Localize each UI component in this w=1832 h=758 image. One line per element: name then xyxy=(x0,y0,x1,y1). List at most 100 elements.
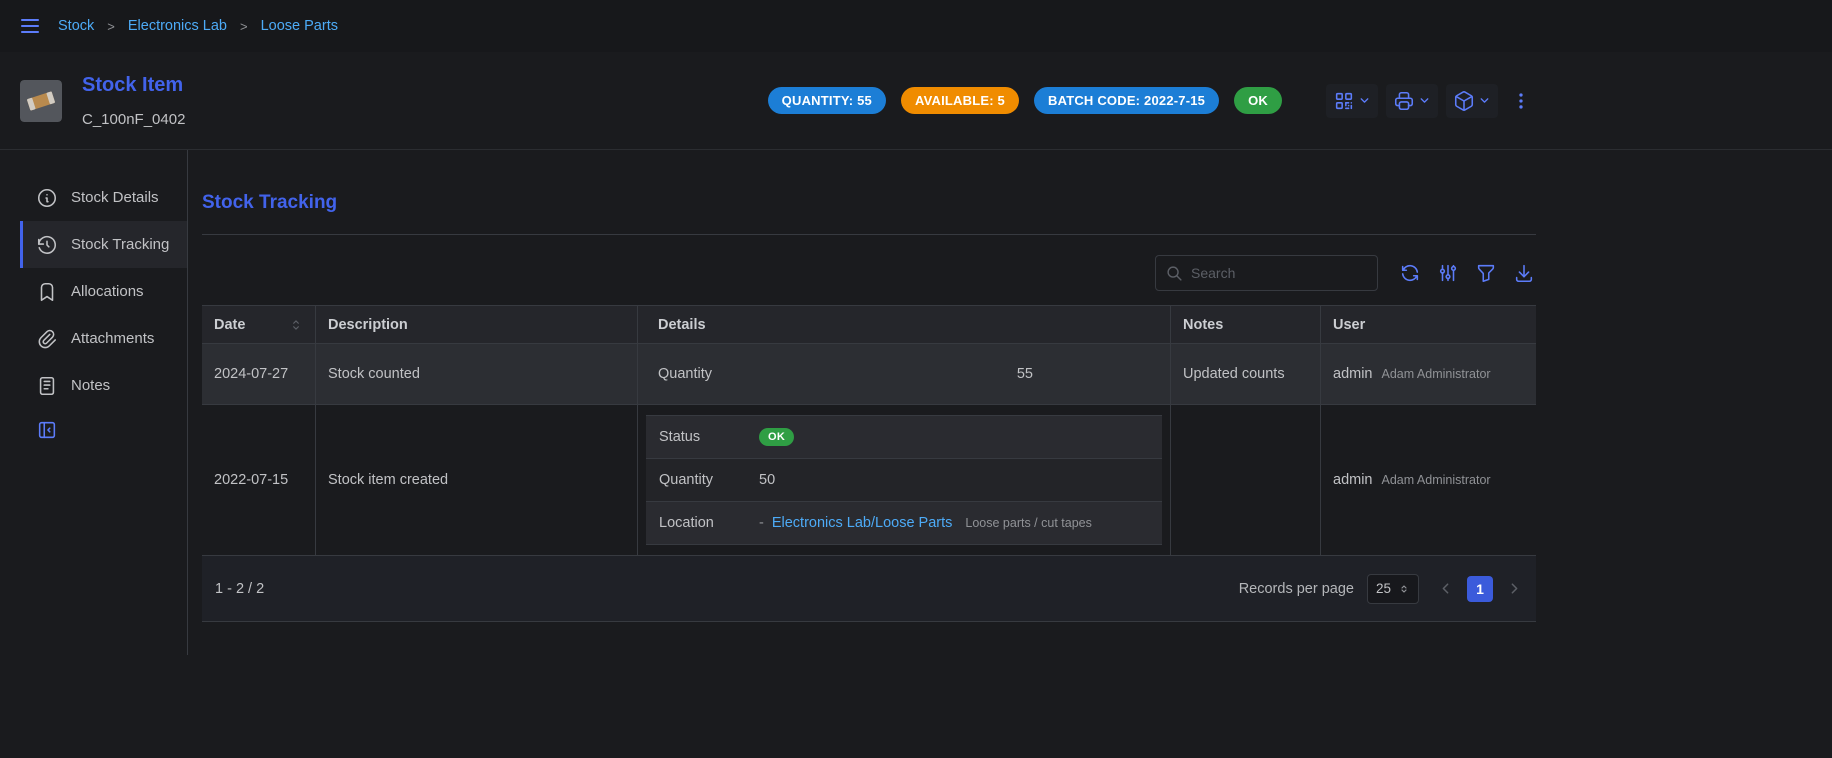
location-link[interactable]: Electronics Lab/Loose Parts xyxy=(772,515,953,531)
menu-icon[interactable] xyxy=(18,14,42,38)
detail-row-quantity: Quantity 50 xyxy=(646,459,1162,502)
content-layout: Stock Details Stock Tracking Allocations… xyxy=(0,150,1556,655)
panel-heading: Stock Tracking xyxy=(202,192,1536,214)
search-icon xyxy=(1166,265,1183,282)
details-subtable: Status OK Quantity 50 Location xyxy=(646,415,1162,545)
filter-icon[interactable] xyxy=(1474,261,1498,285)
column-header-date[interactable]: Date xyxy=(202,306,315,343)
stock-item-thumbnail[interactable] xyxy=(20,80,62,122)
username: admin xyxy=(1333,472,1373,488)
pagination: 1 xyxy=(1437,576,1523,602)
sidebar-item-label: Notes xyxy=(71,377,110,394)
ok-status-badge: OK xyxy=(1234,87,1282,114)
column-label: Details xyxy=(658,317,706,333)
stock-operations-button[interactable] xyxy=(1446,84,1498,118)
bookmark-icon xyxy=(36,281,58,303)
detail-row-status: Status OK xyxy=(646,416,1162,459)
stock-tracking-table: Date Description Details Notes User xyxy=(202,305,1536,556)
download-icon[interactable] xyxy=(1512,261,1536,285)
info-circle-icon xyxy=(36,187,58,209)
cube-icon xyxy=(1453,90,1475,112)
search-input[interactable] xyxy=(1191,265,1367,281)
chevron-left-icon xyxy=(1437,580,1454,597)
date-cell: 2024-07-27 xyxy=(202,344,315,404)
more-options-button[interactable] xyxy=(1506,84,1536,118)
print-actions-button[interactable] xyxy=(1386,84,1438,118)
breadcrumb-loose-parts[interactable]: Loose Parts xyxy=(261,18,338,34)
printer-icon xyxy=(1393,90,1415,112)
table-row: 2024-07-27 Stock counted Quantity 55 Upd… xyxy=(202,344,1536,405)
sidebar: Stock Details Stock Tracking Allocations… xyxy=(0,150,188,655)
column-label: Description xyxy=(328,317,408,333)
username: admin xyxy=(1333,366,1373,382)
records-per-page-label: Records per page xyxy=(1239,581,1354,597)
column-label: Notes xyxy=(1183,317,1223,333)
search-box xyxy=(1155,255,1378,291)
notes-cell: Updated counts xyxy=(1170,344,1320,404)
column-label: Date xyxy=(214,317,245,333)
sidebar-item-stock-tracking[interactable]: Stock Tracking xyxy=(20,221,187,268)
chevron-down-icon xyxy=(1418,94,1431,107)
record-range: 1 - 2 / 2 xyxy=(215,581,264,597)
selector-icon xyxy=(1398,583,1410,595)
detail-value: 50 xyxy=(759,472,775,488)
chevron-down-icon xyxy=(1478,94,1491,107)
breadcrumb-stock[interactable]: Stock xyxy=(58,18,94,34)
date-cell: 2022-07-15 xyxy=(202,405,315,555)
detail-value: 55 xyxy=(1017,366,1033,382)
stock-tracking-panel: Stock Tracking xyxy=(188,150,1556,655)
sidebar-item-allocations[interactable]: Allocations xyxy=(20,268,187,315)
adjustments-icon[interactable] xyxy=(1436,261,1460,285)
table-footer: 1 - 2 / 2 Records per page 25 1 xyxy=(202,556,1536,622)
sidebar-item-label: Allocations xyxy=(71,283,144,300)
page-1-button[interactable]: 1 xyxy=(1467,576,1493,602)
ok-status-badge: OK xyxy=(759,428,794,446)
status-badges: QUANTITY: 55 AVAILABLE: 5 BATCH CODE: 20… xyxy=(768,87,1282,114)
location-description: Loose parts / cut tapes xyxy=(965,516,1091,530)
previous-page-button[interactable] xyxy=(1437,580,1454,597)
available-badge: AVAILABLE: 5 xyxy=(901,87,1019,114)
sidebar-item-stock-details[interactable]: Stock Details xyxy=(20,174,187,221)
note-icon xyxy=(36,375,58,397)
paperclip-icon xyxy=(36,328,58,350)
next-page-button[interactable] xyxy=(1506,580,1523,597)
breadcrumb-separator: > xyxy=(240,19,248,34)
refresh-icon[interactable] xyxy=(1398,261,1422,285)
panel-divider xyxy=(202,234,1536,235)
sidebar-item-notes[interactable]: Notes xyxy=(20,362,187,409)
stock-item-name: C_100nF_0402 xyxy=(82,111,185,128)
sidebar-collapse-icon[interactable] xyxy=(36,419,58,441)
qrcode-icon xyxy=(1333,90,1355,112)
description-cell: Stock item created xyxy=(315,405,637,555)
header-actions xyxy=(1326,84,1536,118)
quantity-badge: QUANTITY: 55 xyxy=(768,87,886,114)
detail-key: Location xyxy=(659,515,759,531)
breadcrumb-electronics-lab[interactable]: Electronics Lab xyxy=(128,18,227,34)
breadcrumb-separator: > xyxy=(107,19,115,34)
sidebar-item-attachments[interactable]: Attachments xyxy=(20,315,187,362)
sidebar-item-label: Stock Tracking xyxy=(71,236,169,253)
notes-cell xyxy=(1170,405,1320,555)
batch-code-badge: BATCH CODE: 2022-7-15 xyxy=(1034,87,1219,114)
description-cell: Stock counted xyxy=(315,344,637,404)
detail-row-location: Location - Electronics Lab/Loose Parts L… xyxy=(646,502,1162,545)
records-per-page-select[interactable]: 25 xyxy=(1367,574,1419,604)
user-cell: admin Adam Administrator xyxy=(1320,405,1536,555)
page-size-value: 25 xyxy=(1376,581,1391,596)
barcode-actions-button[interactable] xyxy=(1326,84,1378,118)
sidebar-item-label: Stock Details xyxy=(71,189,159,206)
details-cell: Status OK Quantity 50 Location xyxy=(637,405,1170,555)
user-fullname: Adam Administrator xyxy=(1382,367,1491,381)
title-block: Stock Item C_100nF_0402 xyxy=(82,74,185,128)
column-header-user: User xyxy=(1320,306,1536,343)
chevron-down-icon xyxy=(1358,94,1371,107)
detail-value-prefix: - xyxy=(759,515,764,531)
page-header: Stock Item C_100nF_0402 QUANTITY: 55 AVA… xyxy=(0,52,1556,149)
detail-key: Status xyxy=(659,429,759,445)
column-header-description: Description xyxy=(315,306,637,343)
history-icon xyxy=(36,234,58,256)
user-fullname: Adam Administrator xyxy=(1382,473,1491,487)
table-row: 2022-07-15 Stock item created Status OK … xyxy=(202,405,1536,556)
detail-key: Quantity xyxy=(659,472,759,488)
sort-icon xyxy=(289,318,303,332)
